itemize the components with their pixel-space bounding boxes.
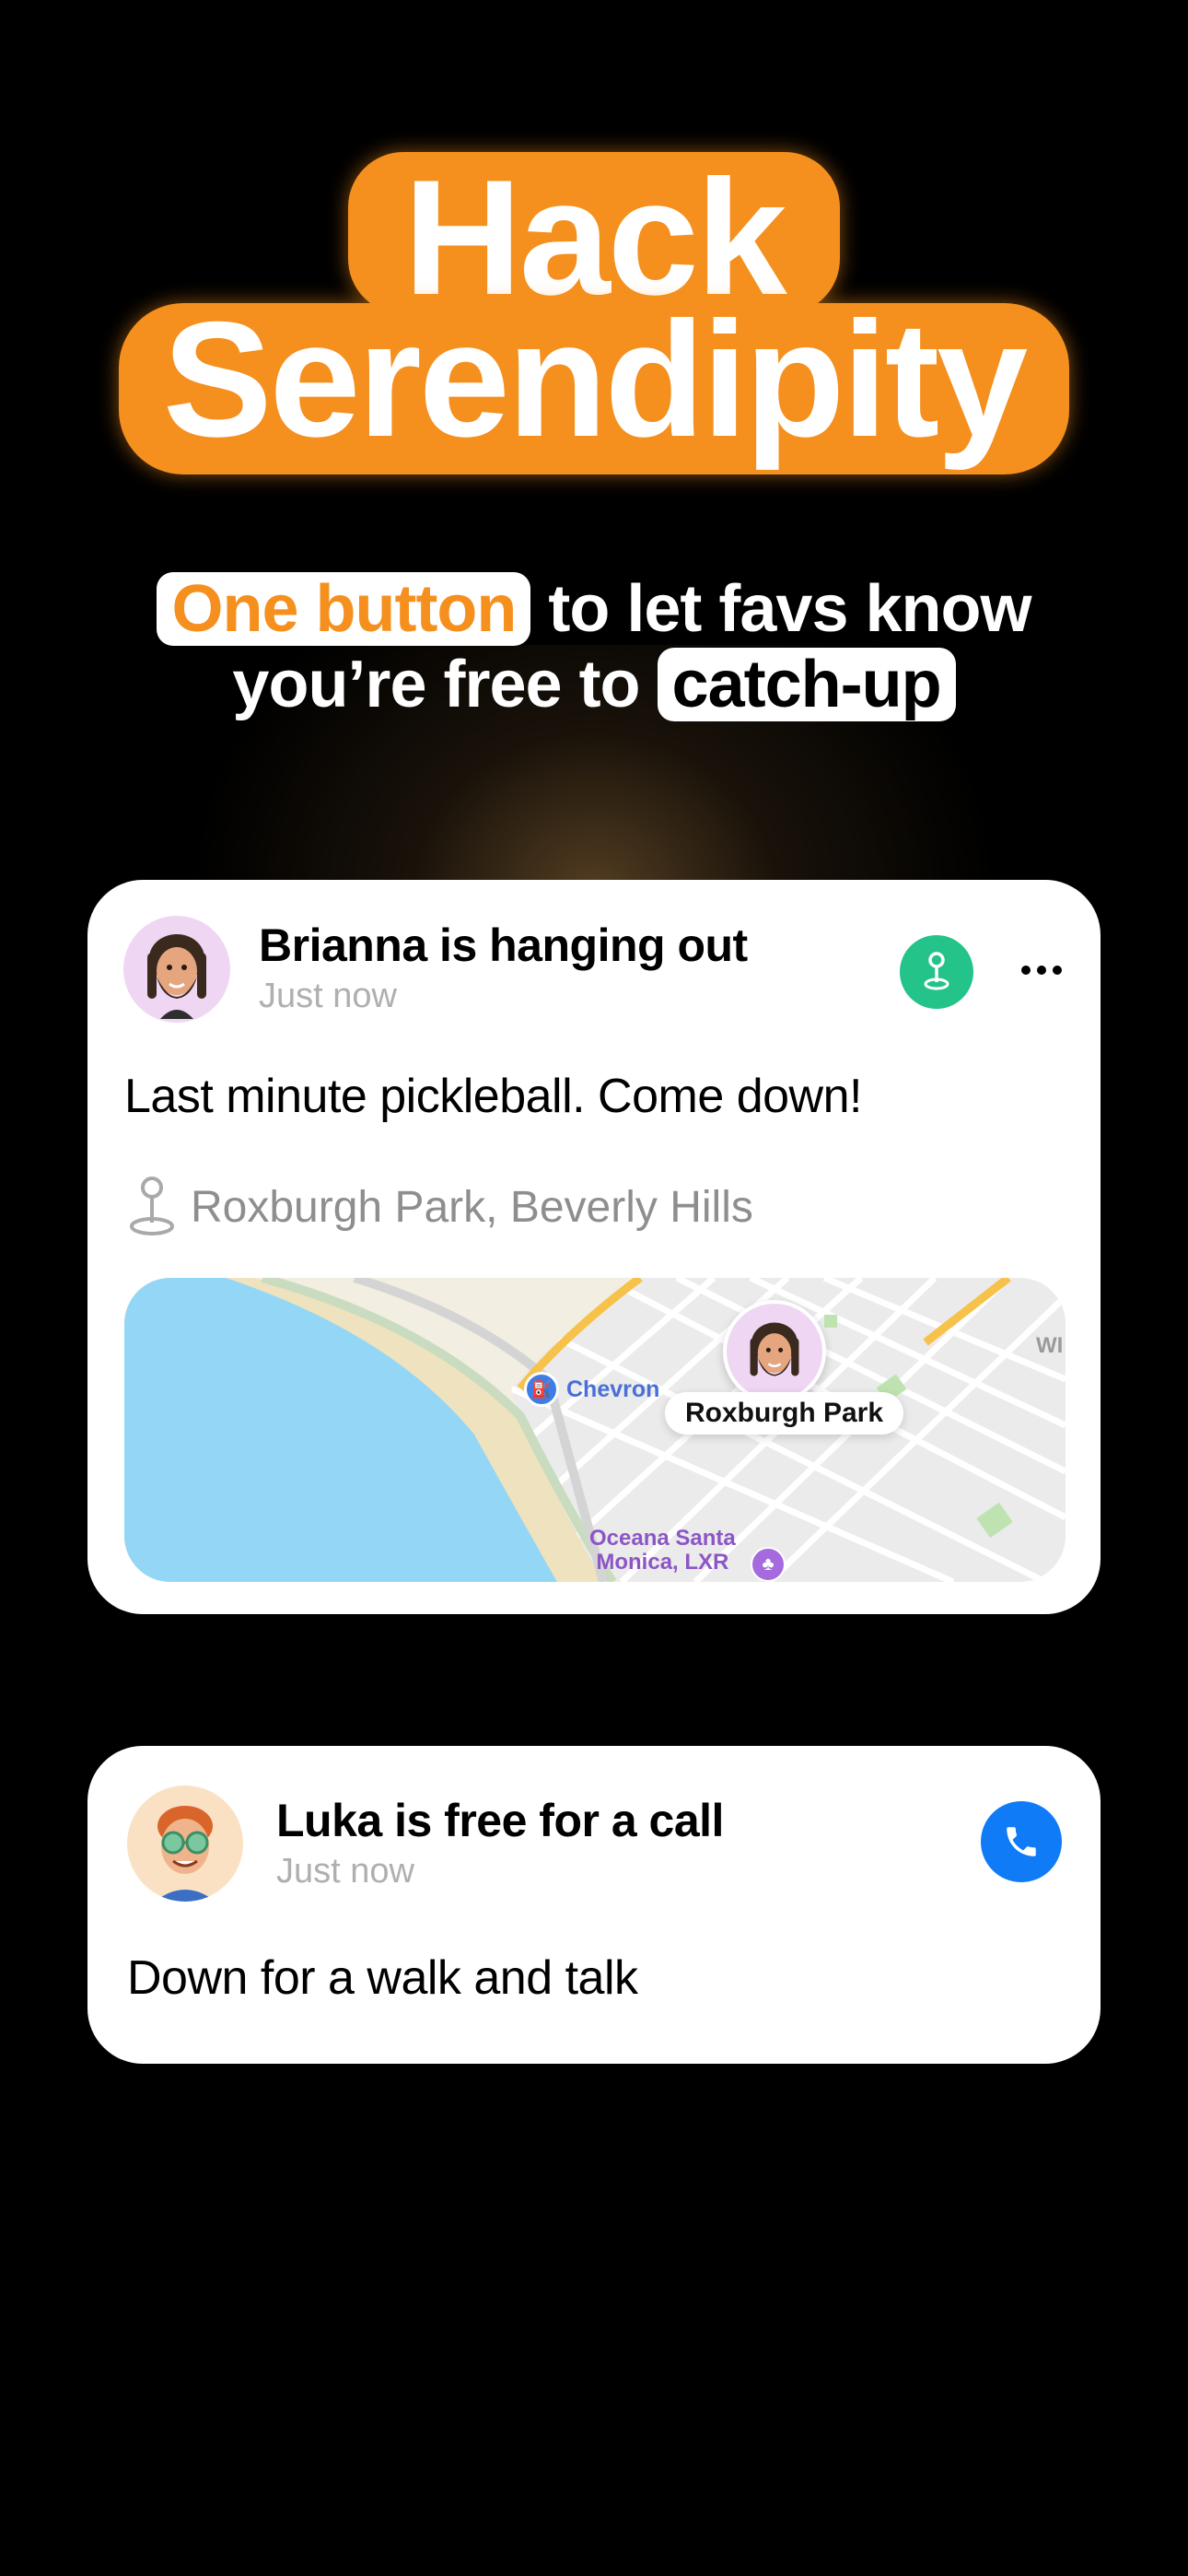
card-title: Luka is free for a call — [276, 1795, 724, 1846]
card-timestamp: Just now — [259, 977, 397, 1015]
memoji-avatar-icon — [155, 1806, 215, 1902]
avatar[interactable] — [123, 916, 230, 1023]
hero-title: Hack Serendipity — [0, 152, 1188, 474]
map-place-label: Roxburgh Park — [665, 1392, 904, 1434]
hero-line-2: Serendipity — [118, 298, 1070, 474]
location-pin-icon — [924, 952, 949, 990]
location-text: Roxburgh Park, Beverly Hills — [191, 1182, 753, 1232]
more-dot-icon — [1021, 966, 1031, 975]
subtitle-text-1: to let favs know — [530, 572, 1031, 646]
gas-station-icon: ⛽ — [524, 1372, 559, 1407]
memoji-avatar-icon — [147, 934, 206, 1019]
subtitle-highlight-catch-up: catch-up — [657, 648, 956, 721]
card-message: Last minute pickleball. Come down! — [124, 1070, 862, 1123]
location-row[interactable]: Roxburgh Park, Beverly Hills — [124, 1175, 753, 1239]
card-timestamp: Just now — [276, 1852, 414, 1891]
map-edge-label: WI — [1036, 1333, 1064, 1358]
more-dot-icon — [1053, 966, 1062, 975]
more-dot-icon — [1037, 966, 1046, 975]
call-action-button[interactable] — [981, 1801, 1062, 1882]
card-message: Down for a walk and talk — [127, 1951, 638, 2005]
subtitle-text-2: you’re free to — [232, 648, 658, 721]
card-title: Brianna is hanging out — [259, 919, 748, 971]
map-poi-chevron[interactable]: ⛽ Chevron — [524, 1372, 659, 1407]
status-card-luka[interactable]: Luka is free for a call Just now Down fo… — [87, 1746, 1101, 2064]
subtitle: One button to let favs know you’re free … — [0, 571, 1188, 722]
map-poi-hotel[interactable]: Oceana Santa Monica, LXR — [589, 1527, 736, 1575]
phone-icon — [1007, 1827, 1036, 1856]
more-options-button[interactable] — [1008, 937, 1075, 1003]
location-pin-icon — [130, 1177, 174, 1235]
memoji-avatar-icon — [750, 1322, 799, 1376]
map-preview[interactable]: ⛽ Chevron WI Roxburgh Park Oceana Santa … — [124, 1278, 1066, 1582]
map-avatar-pin[interactable] — [723, 1300, 826, 1403]
location-action-button[interactable] — [900, 935, 973, 1009]
avatar[interactable] — [127, 1786, 243, 1902]
palm-tree-icon: ♣ — [751, 1547, 786, 1582]
subtitle-highlight-one-button: One button — [157, 572, 531, 646]
status-card-brianna[interactable]: Brianna is hanging out Just now Last min… — [87, 880, 1101, 1614]
